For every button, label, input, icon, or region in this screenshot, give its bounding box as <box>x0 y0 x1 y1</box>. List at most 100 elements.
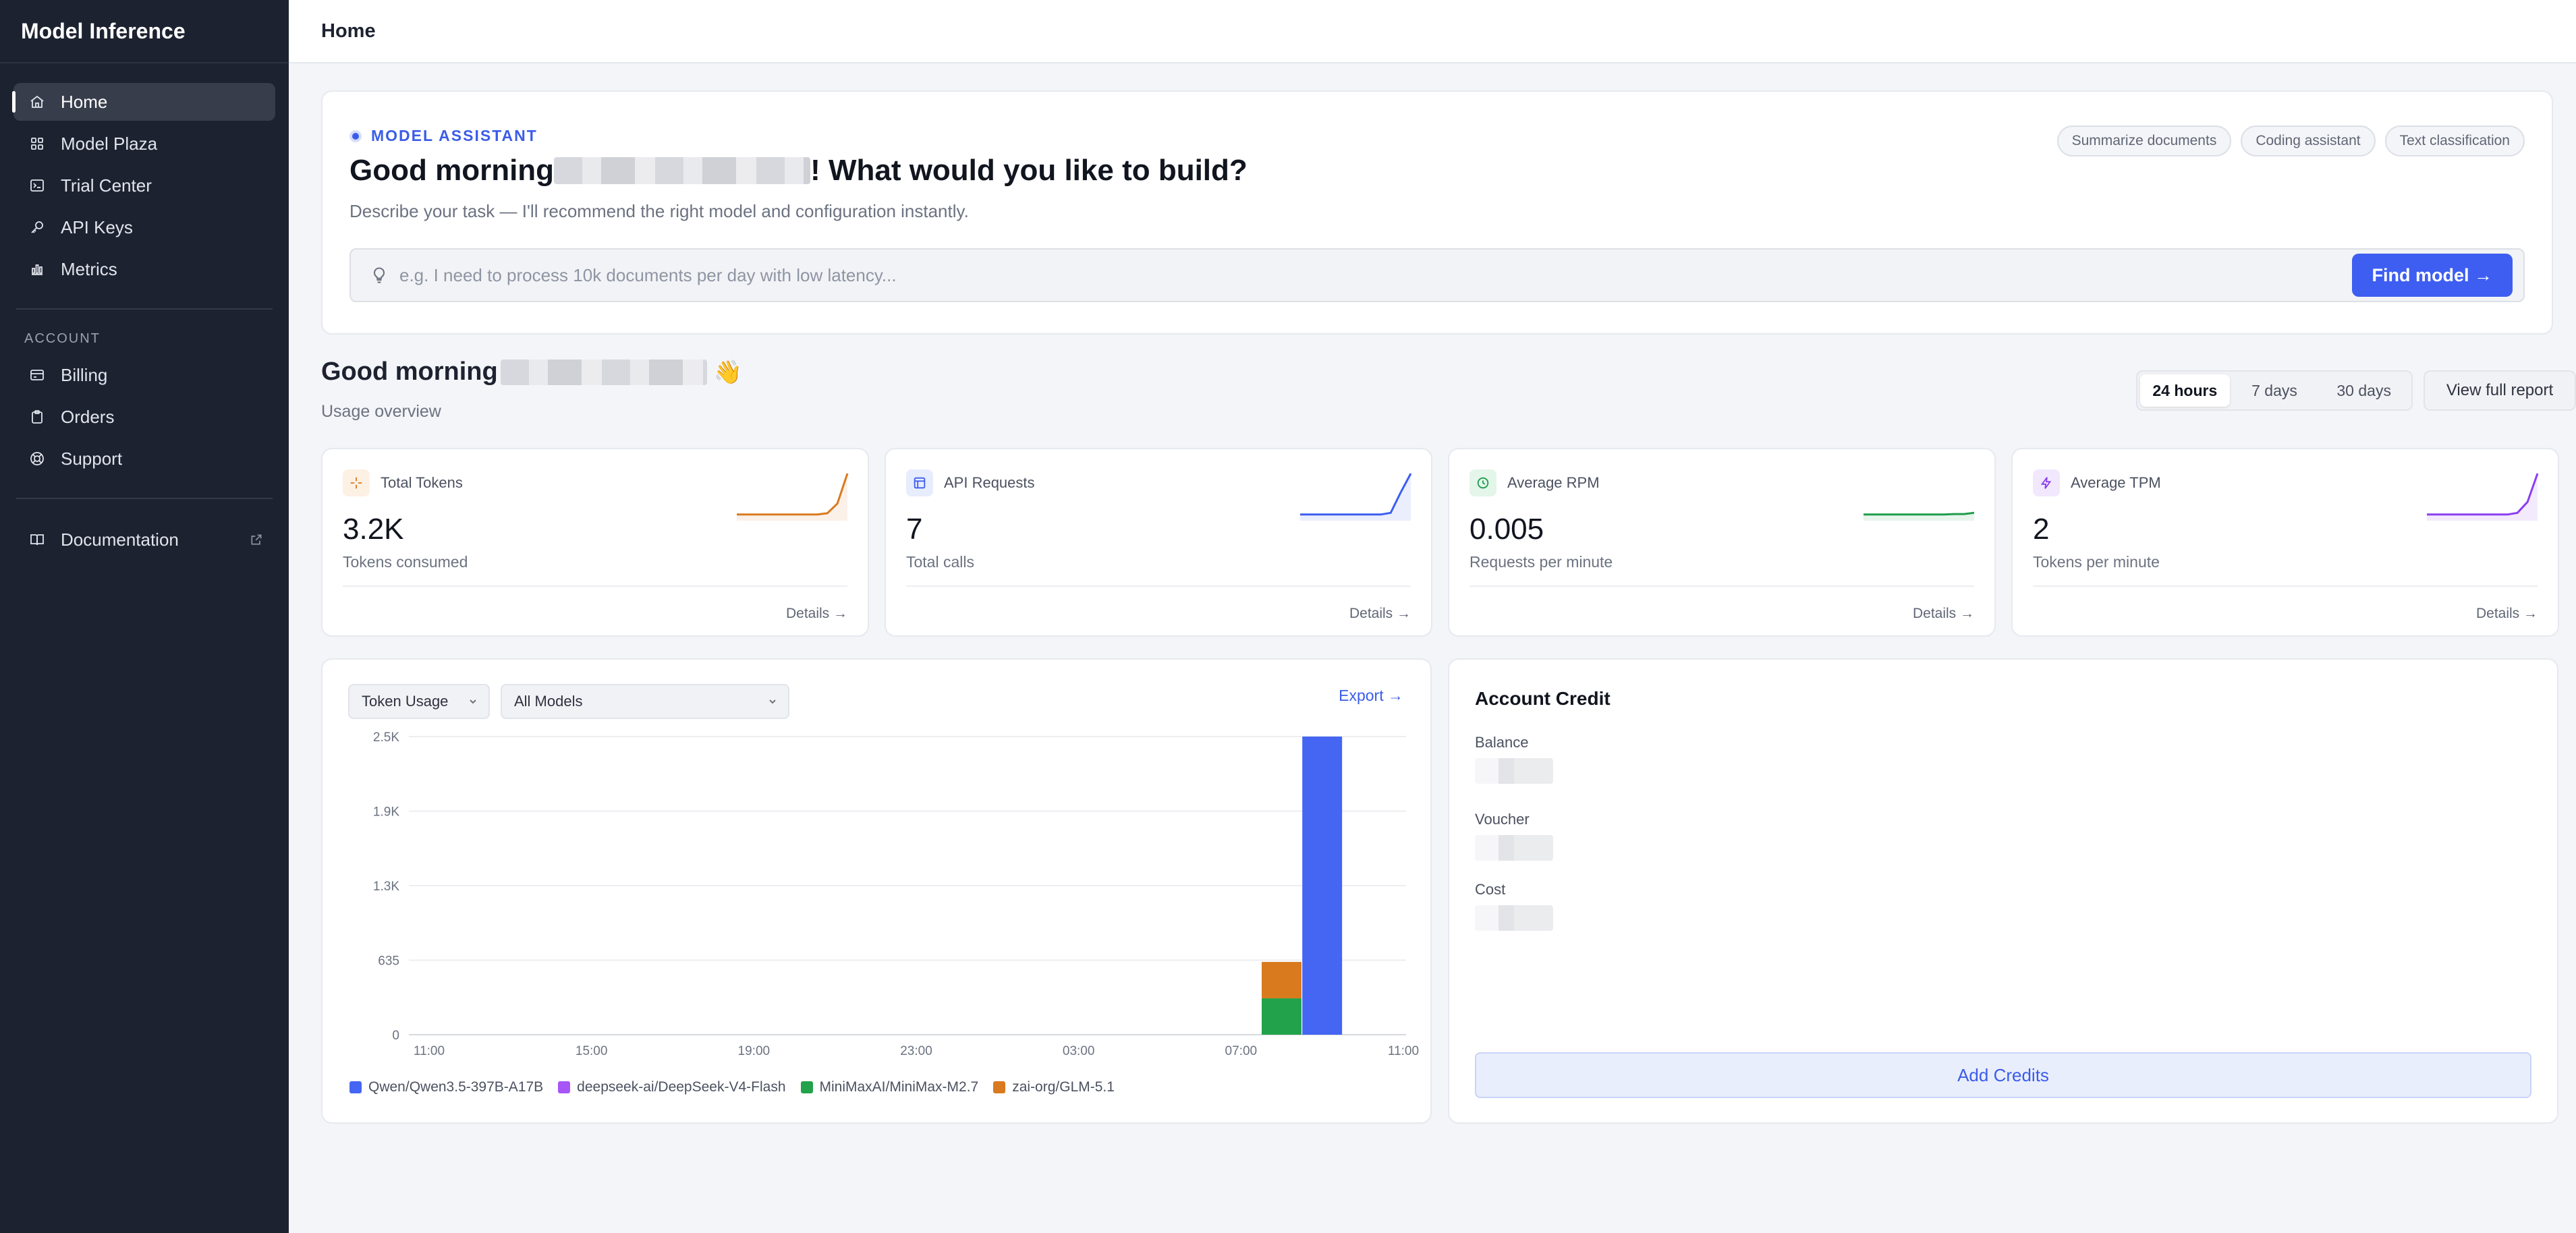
stat-divider <box>2033 585 2538 587</box>
x-tick-label: 07:00 <box>1225 1044 1258 1058</box>
sidebar-item-label: API Keys <box>61 217 133 237</box>
sidebar-item-documentation[interactable]: Documentation <box>13 521 275 558</box>
chip-summarize-documents[interactable]: Summarize documents <box>2056 125 2232 156</box>
sidebar-item-orders[interactable]: Orders <box>13 398 275 436</box>
stat-title: Average TPM <box>2071 474 2161 491</box>
export-link[interactable]: Export → <box>1339 687 1403 705</box>
time-range-toggle: 24 hours 7 days 30 days <box>2136 370 2413 411</box>
sidebar-item-trial-center[interactable]: Trial Center <box>13 167 275 204</box>
chip-text-classification[interactable]: Text classification <box>2384 125 2525 156</box>
chip-coding-assistant[interactable]: Coding assistant <box>2241 125 2376 156</box>
legend-item[interactable]: deepseek-ai/DeepSeek-V4-Flash <box>558 1079 786 1095</box>
assistant-eyebrow-label: MODEL ASSISTANT <box>371 127 538 144</box>
metric-select-value: Token Usage <box>362 693 449 710</box>
add-credits-button[interactable]: Add Credits <box>1475 1052 2531 1098</box>
sparkle-icon <box>343 469 370 496</box>
stat-label: Tokens consumed <box>343 553 468 571</box>
stat-label: Total calls <box>906 553 974 571</box>
credit-card-icon <box>28 366 46 384</box>
range-option-30-days[interactable]: 30 days <box>2319 374 2409 407</box>
clipboard-icon <box>28 408 46 426</box>
assistant-title-suffix: ! What would you like to build? <box>810 154 1248 187</box>
grid-icon <box>28 135 46 152</box>
legend-label: zai-org/GLM-5.1 <box>1012 1079 1115 1095</box>
usage-greeting: Good morning 👋 <box>321 357 742 386</box>
stat-header: Average RPM <box>1469 469 1600 496</box>
sidebar-item-label: Support <box>61 448 123 469</box>
sparkline <box>737 473 849 521</box>
sidebar-nav: Home Model Plaza Trial Center API Keys M… <box>0 63 289 558</box>
assistant-task-input[interactable] <box>399 264 2352 286</box>
key-icon <box>28 219 46 236</box>
x-tick-label: 11:00 <box>414 1044 445 1058</box>
page-title: Home <box>289 0 2576 63</box>
voucher-label: Voucher <box>1475 811 1530 828</box>
wave-emoji: 👋 <box>713 359 743 385</box>
legend-item[interactable]: MiniMaxAI/MiniMax-M2.7 <box>800 1079 978 1095</box>
stat-card-average-tpm: Average TPM 2 Tokens per minute Details … <box>2011 448 2559 637</box>
redacted-voucher-value <box>1475 835 1553 861</box>
legend-item[interactable]: zai-org/GLM-5.1 <box>993 1079 1115 1095</box>
assistant-title-prefix: Good morning <box>349 154 555 187</box>
sidebar-item-metrics[interactable]: Metrics <box>13 250 275 288</box>
stat-details-link[interactable]: Details → <box>1913 606 1974 622</box>
legend-item[interactable]: Qwen/Qwen3.5-397B-A17B <box>349 1079 543 1095</box>
chart-bar[interactable] <box>1262 998 1301 1035</box>
window-icon <box>906 469 933 496</box>
stat-card-total-tokens: Total Tokens 3.2K Tokens consumed Detail… <box>321 448 869 637</box>
chart-bar[interactable] <box>1262 962 1301 999</box>
redacted-cost-value <box>1475 905 1553 931</box>
sidebar-item-label: Orders <box>61 406 115 427</box>
redacted-balance-value <box>1475 758 1553 784</box>
legend-swatch <box>993 1081 1006 1093</box>
x-tick-label: 03:00 <box>1063 1044 1095 1058</box>
sparkline-line <box>737 473 849 516</box>
usage-greeting-title: Good morning <box>321 357 498 386</box>
stat-divider <box>906 585 1411 587</box>
stat-divider <box>1469 585 1974 587</box>
stat-label: Requests per minute <box>1469 553 1613 571</box>
main-content: Home MODEL ASSISTANT Good morning ! What… <box>289 0 2576 1233</box>
y-tick-label: 2.5K <box>373 730 399 745</box>
range-option-7-days[interactable]: 7 days <box>2230 374 2320 407</box>
sidebar-item-support[interactable]: Support <box>13 440 275 478</box>
balance-label: Balance <box>1475 734 1529 751</box>
chart-bar[interactable] <box>1302 737 1343 1035</box>
x-tick-label: 15:00 <box>576 1044 608 1058</box>
x-tick-label: 11:00 <box>1388 1044 1419 1058</box>
sidebar-item-label: Documentation <box>61 529 179 550</box>
lightbulb-icon <box>373 267 385 283</box>
model-assistant-card: MODEL ASSISTANT Good morning ! What woul… <box>321 90 2553 335</box>
assistant-eyebrow: MODEL ASSISTANT <box>349 127 538 145</box>
chevron-down-icon <box>769 699 776 704</box>
metric-select[interactable]: Token Usage <box>348 684 490 719</box>
lifebuoy-icon <box>28 450 46 467</box>
model-select[interactable]: All Models <box>501 684 789 719</box>
sidebar-section-heading: ACCOUNT <box>24 331 101 346</box>
stat-header: Total Tokens <box>343 469 463 496</box>
usage-chart-card: 2.5K 1.9K 1.3K 635 0 11:00 15:00 19:00 23:00 03:0… <box>321 658 1432 1124</box>
sparkline-line <box>1864 511 1975 516</box>
bolt-icon <box>2033 469 2060 496</box>
chart-legend: Qwen/Qwen3.5-397B-A17B deepseek-ai/DeepS… <box>349 1079 1115 1095</box>
view-full-report-button[interactable]: View full report <box>2424 370 2576 411</box>
assistant-title: Good morning ! What would you like to bu… <box>349 154 1248 188</box>
stat-details-link[interactable]: Details → <box>2476 606 2538 622</box>
sidebar-item-home[interactable]: Home <box>12 83 275 121</box>
y-tick-label: 1.3K <box>373 880 399 894</box>
stat-title: Average RPM <box>1507 474 1600 491</box>
sparkline <box>1300 473 1412 521</box>
find-model-button[interactable]: Find model → <box>2351 254 2513 297</box>
range-option-24-hours[interactable]: 24 hours <box>2140 374 2230 407</box>
sidebar-item-label: Metrics <box>61 258 117 279</box>
stat-card-api-requests: API Requests 7 Total calls Details → <box>885 448 1432 637</box>
stat-details-link[interactable]: Details → <box>1349 606 1411 622</box>
sidebar-item-model-plaza[interactable]: Model Plaza <box>13 125 275 163</box>
sidebar-item-billing[interactable]: Billing <box>13 356 275 394</box>
x-tick-label: 23:00 <box>900 1044 932 1058</box>
stat-value: 0.005 <box>1469 513 1544 546</box>
sparkline <box>2427 473 2539 521</box>
stat-divider <box>343 585 847 587</box>
stat-details-link[interactable]: Details → <box>786 606 847 622</box>
sidebar-item-api-keys[interactable]: API Keys <box>13 208 275 246</box>
